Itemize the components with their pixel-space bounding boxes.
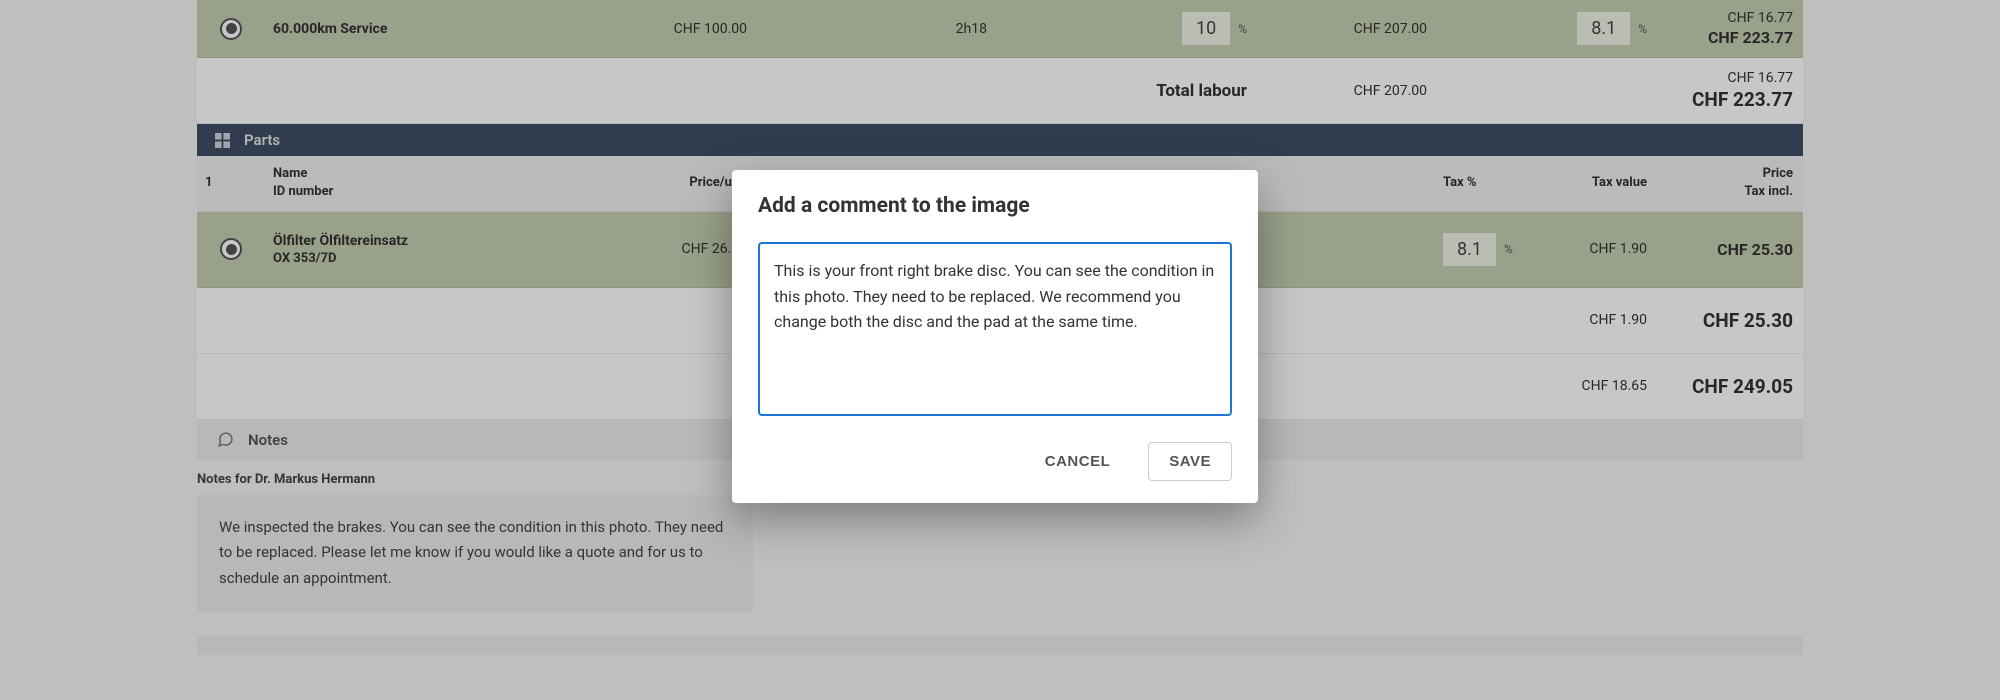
cancel-button[interactable]: CANCEL [1025, 443, 1131, 480]
comment-modal: Add a comment to the image CANCEL SAVE [732, 170, 1258, 503]
comment-textarea[interactable] [758, 242, 1232, 416]
save-button[interactable]: SAVE [1148, 442, 1232, 481]
modal-title: Add a comment to the image [758, 194, 1232, 218]
